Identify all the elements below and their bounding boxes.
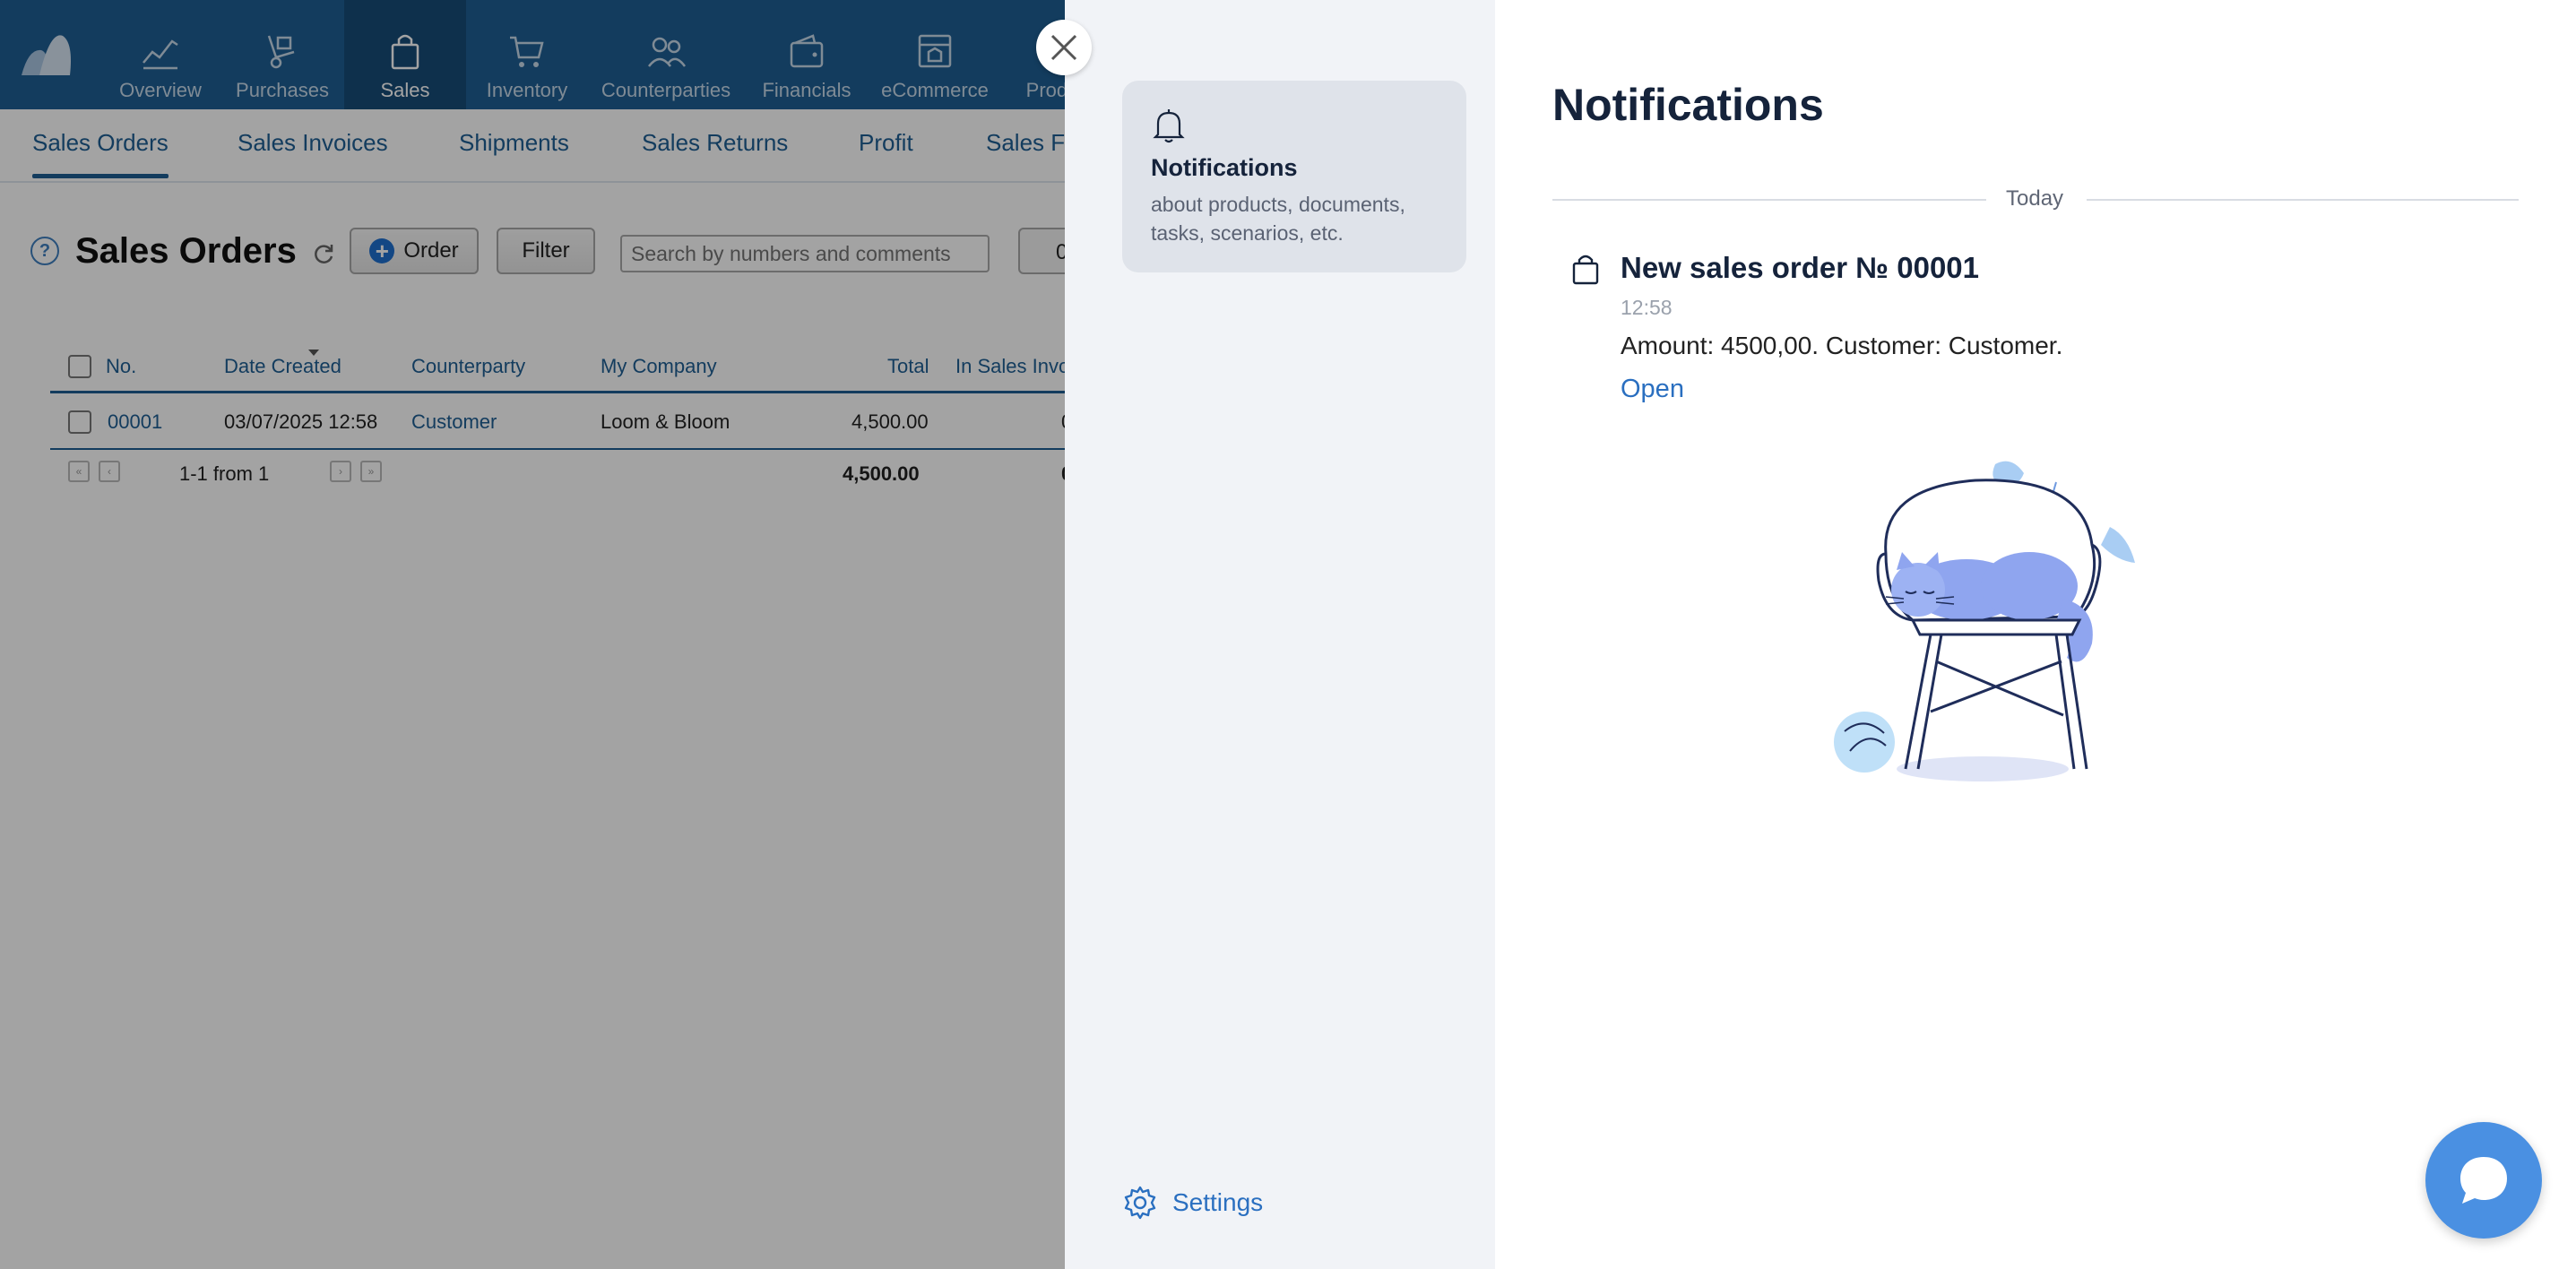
bell-icon (1153, 109, 1185, 143)
open-link[interactable]: Open (1621, 375, 1684, 404)
notification-title: New sales order № 00001 (1621, 251, 1980, 284)
category-title: Notifications (1151, 154, 1298, 181)
notifications-feed: Notifications Today New sales order № 00… (1495, 0, 2576, 1269)
notification-body: Amount: 4500,00. Customer: Customer. (1621, 332, 2063, 359)
shopping-bag-icon (1572, 255, 1599, 285)
settings-link[interactable]: Settings (1122, 1185, 1263, 1221)
date-group-label: Today (2006, 186, 2064, 211)
category-description: about products, documents, tasks, scenar… (1151, 193, 1405, 245)
close-icon (1050, 34, 1077, 61)
sleeping-cat-illustration (1834, 461, 2135, 781)
category-notifications[interactable]: Notifications about products, documents,… (1122, 81, 1466, 272)
notification-categories-sidebar: Notifications about products, documents,… (1065, 0, 1495, 1269)
settings-label: Settings (1172, 1188, 1264, 1216)
divider-right (2087, 199, 2519, 201)
close-button[interactable] (1036, 20, 1092, 75)
modal-backdrop[interactable] (0, 0, 1065, 1269)
chat-bubble-icon (2460, 1157, 2507, 1204)
notification-time: 12:58 (1621, 296, 1673, 319)
notifications-title: Notifications (1552, 80, 1824, 130)
chat-button[interactable] (2425, 1122, 2542, 1239)
divider-left (1552, 199, 1986, 201)
gear-icon (1124, 1186, 1156, 1220)
